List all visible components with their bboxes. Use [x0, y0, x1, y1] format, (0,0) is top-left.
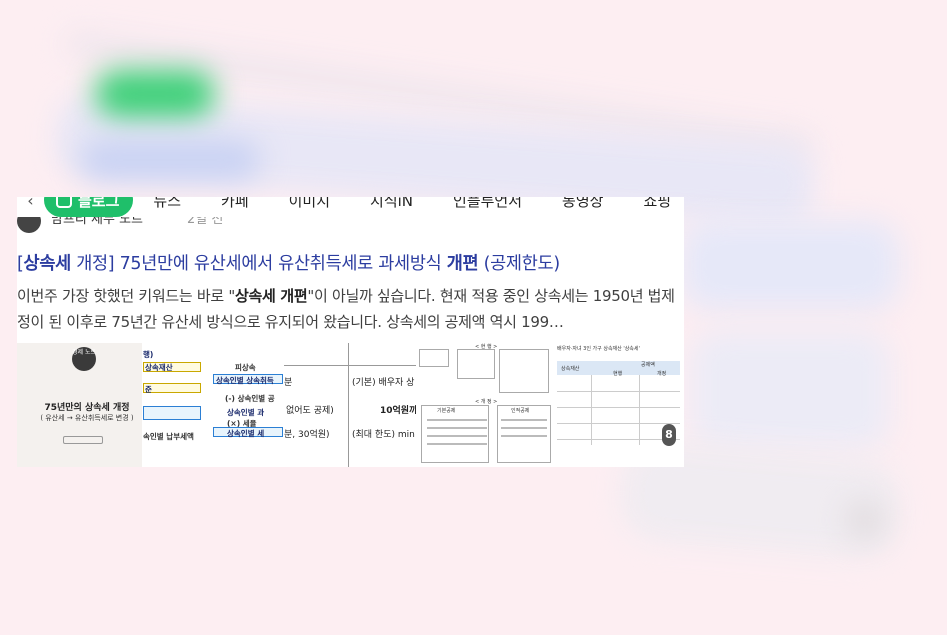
- snippet-text: 이번주 가장 핫했던 키워드는 바로 ": [17, 287, 235, 305]
- thumbnail-headline: 75년만의 상속세 개정: [44, 403, 130, 413]
- search-tab-bar: ‹ 블로그 뉴스 카페 이미지 지식iN 인플루언서 동영상 쇼핑 ›: [17, 197, 684, 217]
- text-line: [427, 443, 487, 445]
- text-line: [501, 427, 547, 429]
- thumbnail-image[interactable]: 배우자·자녀 3인 가구 상속재산 '상속세' 상속재산 공제액 현행 개정 8: [553, 343, 684, 467]
- table-line: [557, 423, 680, 424]
- result-snippet[interactable]: 이번주 가장 핫했던 키워드는 바로 "상속세 개편"이 아닐까 싶습니다. 현…: [17, 283, 684, 335]
- thumbnail-image[interactable]: (기본) 배우자 상 분 없어도 공제) 10억원까 분, 30억원) (최대 …: [284, 343, 417, 467]
- diagram-text: 인적공제: [511, 408, 530, 414]
- table-line: [284, 365, 416, 366]
- diagram-text: 상속재산: [145, 363, 173, 372]
- diagram-text: (-) 상속인별 공: [225, 394, 275, 403]
- author-name[interactable]: 맘프리 세무 노트: [51, 217, 143, 227]
- diagram-text: 피상속: [235, 363, 256, 372]
- table-line: [348, 343, 349, 467]
- diagram-text: 배우자·자녀 3인 가구 상속재산 '상속세': [557, 346, 640, 352]
- background-blur: [845, 500, 885, 540]
- background-blur: [80, 140, 260, 180]
- background-blur: [95, 70, 215, 118]
- title-text: 개정] 75년만에 유산세에서 유산취득세로 과세방식: [70, 254, 447, 274]
- diagram-text: 속인별 납부세액: [143, 432, 194, 441]
- text-line: [501, 419, 547, 421]
- tab-news[interactable]: 뉴스: [133, 197, 201, 211]
- table-cell: 10억원까: [380, 406, 417, 416]
- table-cell: 없어도 공제): [286, 406, 334, 416]
- diagram-text: 행): [143, 350, 154, 359]
- text-line: [427, 435, 487, 437]
- author-row: 맘프리 세무 노트 2일 전: [17, 217, 684, 237]
- blog-icon: [56, 197, 72, 208]
- tab-cafe[interactable]: 카페: [201, 197, 269, 211]
- table-header: 개정: [657, 371, 667, 377]
- title-text: (공제한도): [478, 254, 561, 274]
- tab-influencer[interactable]: 인플루언서: [433, 197, 542, 211]
- diagram-box: [457, 349, 495, 379]
- search-result-card: ‹ 블로그 뉴스 카페 이미지 지식iN 인플루언서 동영상 쇼핑 › 맘프리 …: [17, 197, 684, 467]
- background-blur: [690, 330, 890, 450]
- thumbnail-badge: [63, 436, 103, 444]
- diagram-text: < 개 정 >: [475, 399, 498, 405]
- tab-blog[interactable]: 블로그: [44, 197, 134, 217]
- tab-shopping[interactable]: 쇼핑: [623, 197, 684, 211]
- table-header: 현행: [613, 371, 623, 377]
- table-header: 상속재산: [561, 366, 580, 372]
- table-cell: 분, 30억원): [284, 430, 330, 440]
- title-keyword: 개편: [446, 254, 479, 274]
- post-date: 2일 전: [187, 217, 224, 227]
- diagram-box: [143, 406, 201, 420]
- table-line: [557, 391, 680, 392]
- diagram-text: 기본공제: [437, 408, 456, 414]
- tab-image[interactable]: 이미지: [269, 197, 350, 211]
- text-line: [427, 419, 487, 421]
- diagram-text: 상속인별 상속취득: [216, 376, 274, 385]
- table-cell: 분: [284, 378, 293, 388]
- table-line: [639, 375, 640, 445]
- thumbnail-subline: ( 유산세 → 유산취득세로 변경 ): [40, 414, 134, 422]
- text-line: [501, 435, 547, 437]
- image-count-badge: 8: [662, 424, 676, 446]
- tab-kin[interactable]: 지식iN: [350, 197, 433, 211]
- table-cell: (기본) 배우자 상: [352, 378, 415, 388]
- tab-video[interactable]: 동영상: [542, 197, 623, 211]
- table-line: [557, 407, 680, 408]
- thumbnail-strip: 경제 노트 75년만의 상속세 개정 ( 유산세 → 유산취득세로 변경 ) 행…: [17, 343, 684, 467]
- result-title-link[interactable]: [상속세 개정] 75년만에 유산세에서 유산취득세로 과세방식 개편 (공제한…: [17, 250, 560, 275]
- chevron-left-icon[interactable]: ‹: [17, 197, 44, 210]
- table-cell: (최대 한도) min: [352, 430, 415, 440]
- diagram-text: 상속인별 과: [227, 408, 265, 417]
- title-keyword: 상속세: [23, 254, 72, 274]
- thumbnail-image[interactable]: < 현 행 > < 개 정 > 기본공제 인적공제: [417, 343, 553, 467]
- table-header: 공제액: [641, 362, 655, 368]
- diagram-text: 준: [145, 385, 152, 394]
- diagram-box: [499, 349, 549, 393]
- thumbnail-image[interactable]: 경제 노트 75년만의 상속세 개정 ( 유산세 → 유산취득세로 변경 ): [17, 343, 143, 467]
- avatar[interactable]: [17, 217, 41, 233]
- diagram-box: [419, 349, 449, 367]
- text-line: [427, 427, 487, 429]
- diagram-text: 상속인별 세: [227, 429, 265, 438]
- thumbnail-image[interactable]: 행) 상속재산 피상속 상속인별 상속취득 준 (-) 상속인별 공 상속인별 …: [143, 343, 284, 467]
- background-blur: [680, 220, 900, 310]
- snippet-keyword: 상속세 개편: [234, 287, 308, 305]
- blog-logo: 경제 노트: [72, 347, 96, 371]
- table-line: [591, 375, 592, 445]
- tab-blog-label: 블로그: [78, 197, 120, 210]
